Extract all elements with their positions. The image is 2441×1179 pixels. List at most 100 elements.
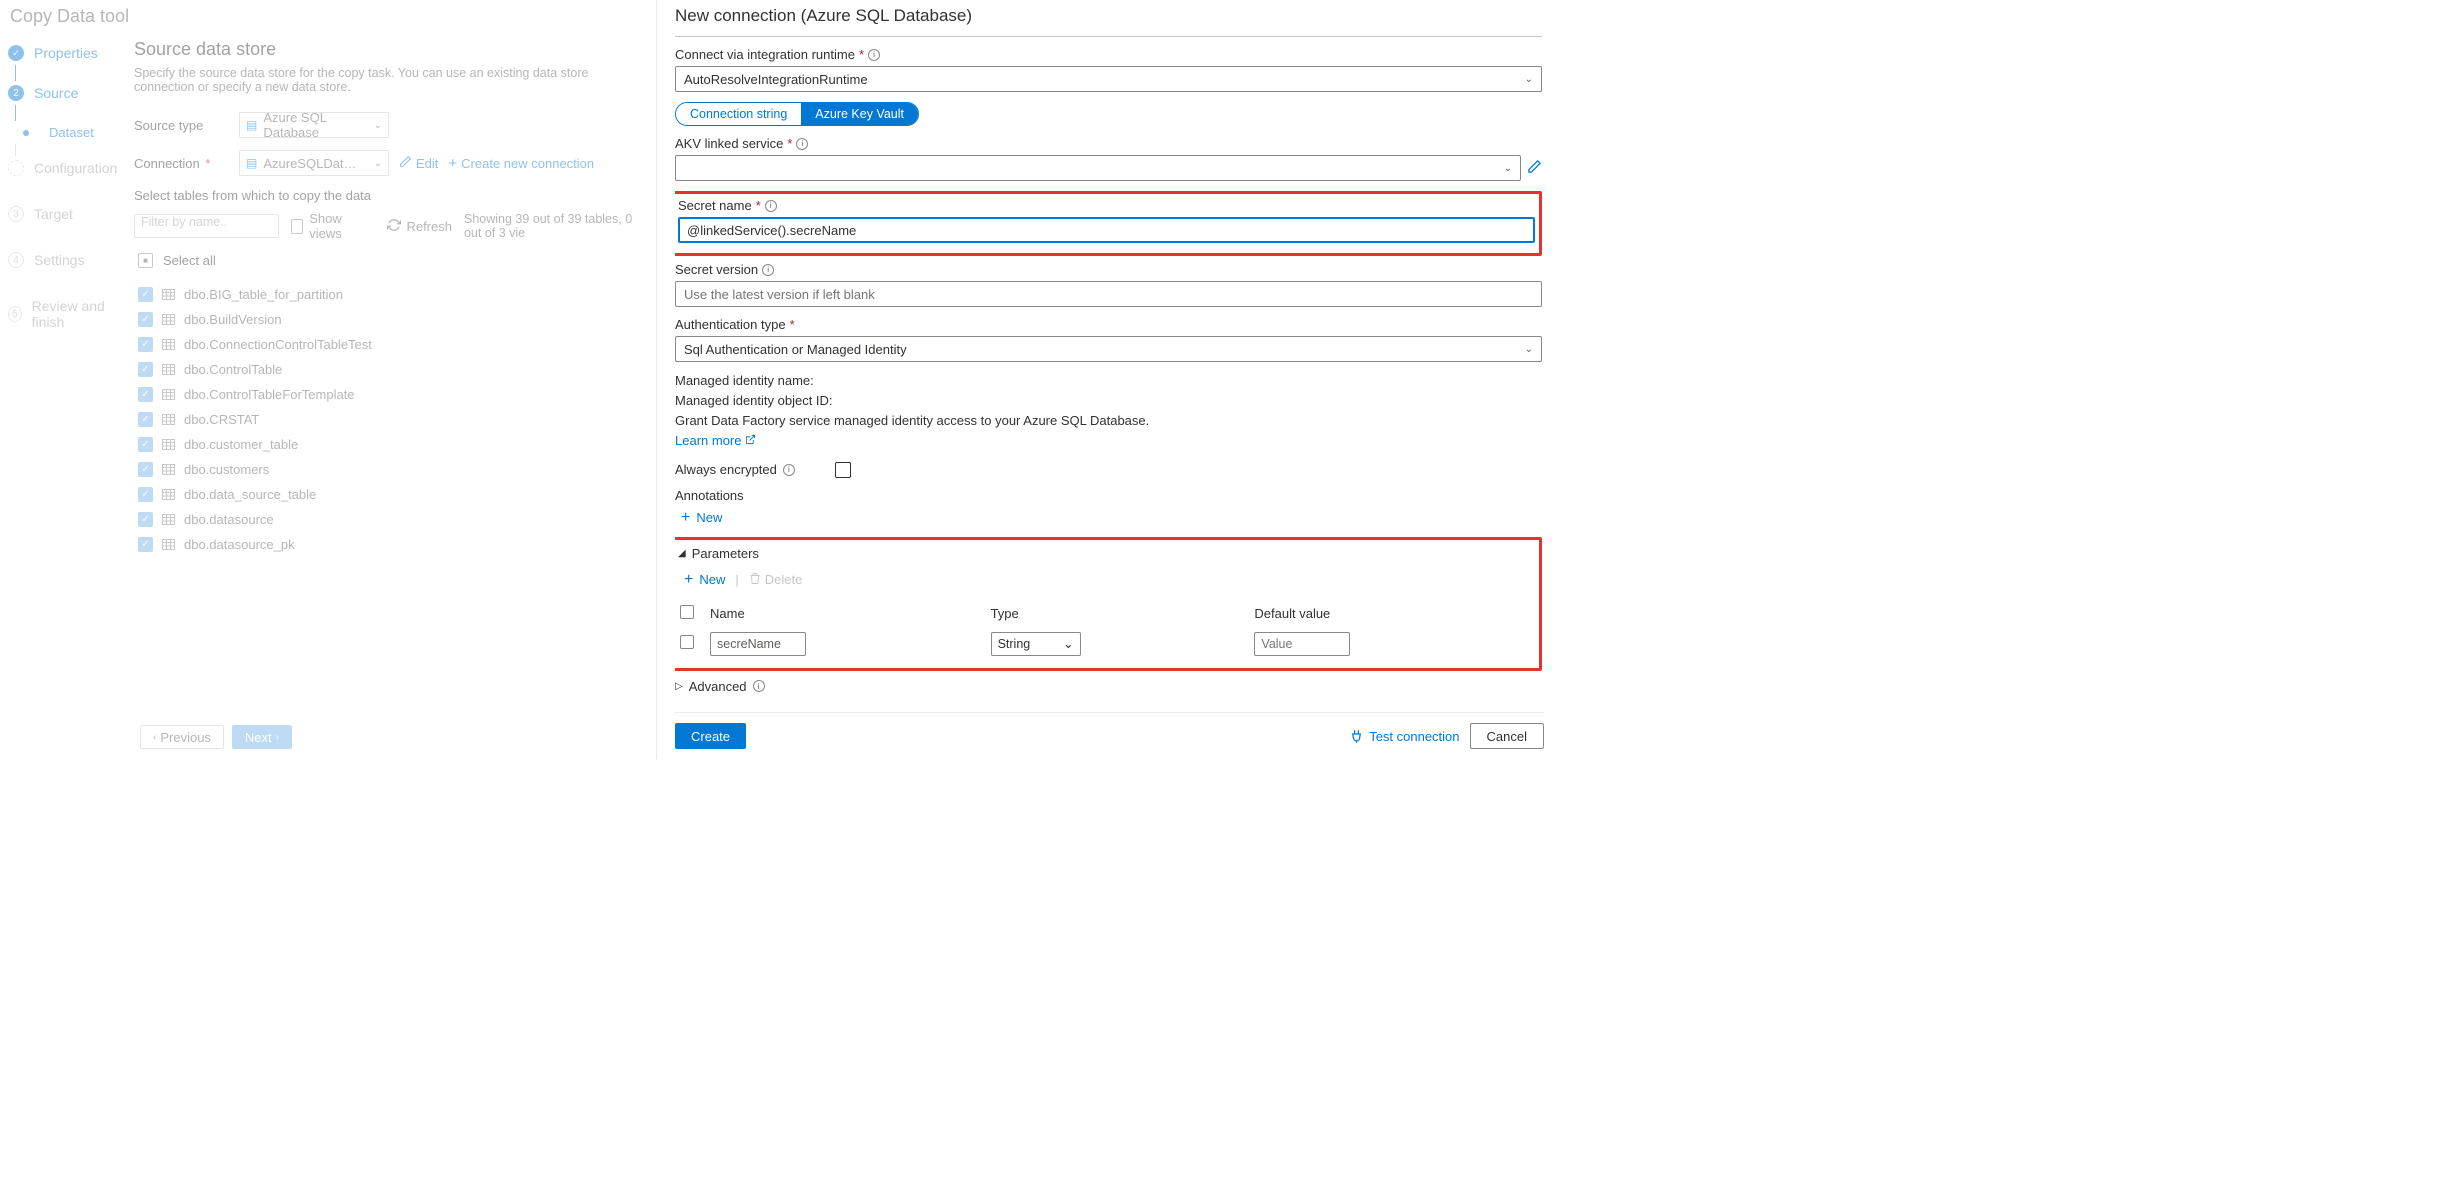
chevron-right-icon: ›	[276, 732, 279, 743]
info-icon[interactable]: i	[796, 138, 808, 150]
parameter-row: secreName String⌄	[680, 628, 1533, 660]
annotations-label: Annotations	[675, 488, 1542, 503]
param-name-input[interactable]: secreName	[710, 632, 806, 656]
highlight-parameters: ◢ Parameters + New | Delete	[675, 537, 1542, 671]
info-icon[interactable]: i	[765, 200, 777, 212]
table-icon	[162, 364, 175, 375]
col-type: Type	[991, 601, 1253, 626]
col-name: Name	[710, 601, 989, 626]
delete-parameter-button: Delete	[749, 572, 803, 588]
step-settings[interactable]: 4Settings	[0, 248, 123, 272]
parameters-header[interactable]: ◢ Parameters	[678, 546, 1535, 561]
table-row[interactable]: dbo.datasource	[134, 507, 646, 532]
edit-link[interactable]: Edit	[399, 155, 438, 171]
table-icon	[162, 439, 175, 450]
add-annotation-button[interactable]: + New	[675, 509, 1542, 527]
plus-icon: +	[681, 509, 690, 527]
table-count-status: Showing 39 out of 39 tables, 0 out of 3 …	[464, 212, 646, 240]
table-icon	[162, 289, 175, 300]
caret-down-icon: ◢	[678, 548, 686, 559]
mi-grant-text: Grant Data Factory service managed ident…	[675, 412, 1542, 430]
always-encrypted-checkbox[interactable]	[835, 462, 851, 478]
cancel-button[interactable]: Cancel	[1470, 723, 1544, 749]
select-tables-label: Select tables from which to copy the dat…	[134, 188, 646, 203]
plus-icon: +	[684, 571, 693, 589]
auth-type-label: Authentication type*	[675, 317, 1542, 332]
tab-azure-key-vault[interactable]: Azure Key Vault	[801, 103, 918, 125]
table-row[interactable]: dbo.customer_table	[134, 432, 646, 457]
connection-label: Connection *	[134, 156, 239, 171]
param-row-checkbox[interactable]	[680, 635, 694, 649]
chevron-down-icon: ⌄	[374, 158, 382, 169]
mi-objid-text: Managed identity object ID:	[675, 392, 1542, 410]
highlight-secret-name: Secret name*i @linkedService().secreName	[675, 191, 1542, 256]
panel-title: New connection (Azure SQL Database)	[675, 6, 1544, 26]
pencil-icon	[399, 155, 412, 171]
table-row[interactable]: dbo.BIG_table_for_partition	[134, 282, 646, 307]
previous-button[interactable]: ‹Previous	[140, 725, 224, 749]
database-icon: ▤	[246, 156, 257, 170]
table-row[interactable]: dbo.datasource_pk	[134, 532, 646, 557]
tab-connection-string[interactable]: Connection string	[676, 103, 801, 125]
akv-label: AKV linked service*i	[675, 136, 1542, 151]
filter-input[interactable]: Filter by name..	[134, 214, 279, 238]
new-parameter-button[interactable]: + New	[684, 571, 725, 589]
select-all-checkbox[interactable]: Select all	[134, 249, 646, 276]
table-row[interactable]: dbo.CRSTAT	[134, 407, 646, 432]
table-icon	[162, 539, 175, 550]
page-header: Copy Data tool	[0, 0, 656, 39]
table-row[interactable]: dbo.ConnectionControlTableTest	[134, 332, 646, 357]
refresh-button[interactable]: Refresh	[387, 218, 452, 235]
table-list: dbo.BIG_table_for_partition dbo.BuildVer…	[134, 282, 646, 557]
refresh-icon	[387, 218, 401, 235]
info-icon[interactable]: i	[753, 680, 765, 692]
table-icon	[162, 464, 175, 475]
table-icon	[162, 514, 175, 525]
step-target[interactable]: 3Target	[0, 202, 123, 226]
table-row[interactable]: dbo.ControlTableForTemplate	[134, 382, 646, 407]
select-all-params-checkbox[interactable]	[680, 605, 694, 619]
table-icon	[162, 489, 175, 500]
mi-name-text: Managed identity name:	[675, 372, 1542, 390]
table-row[interactable]: dbo.ControlTable	[134, 357, 646, 382]
connection-select[interactable]: ▤ AzureSQLDatabaseLinkedService ⌄	[239, 150, 389, 176]
auth-type-select[interactable]: Sql Authentication or Managed Identity⌄	[675, 336, 1542, 362]
show-views-checkbox[interactable]: Show views	[291, 211, 361, 241]
secret-version-input[interactable]	[675, 281, 1542, 307]
trash-icon	[749, 572, 761, 588]
step-properties[interactable]: Properties	[0, 41, 123, 65]
create-button[interactable]: Create	[675, 723, 746, 749]
wizard-steps: Properties 2Source Dataset Configuration…	[0, 39, 124, 759]
param-value-input[interactable]	[1254, 632, 1350, 656]
akv-select[interactable]: ⌄	[675, 155, 1521, 181]
advanced-header[interactable]: ▷ Advanced i	[675, 679, 1542, 694]
chevron-left-icon: ‹	[153, 732, 156, 743]
table-icon	[162, 339, 175, 350]
next-button[interactable]: Next›	[232, 725, 292, 749]
ir-select[interactable]: AutoResolveIntegrationRuntime⌄	[675, 66, 1542, 92]
table-row[interactable]: dbo.BuildVersion	[134, 307, 646, 332]
step-review[interactable]: 5Review and finish	[0, 294, 123, 334]
table-row[interactable]: dbo.customers	[134, 457, 646, 482]
learn-more-link[interactable]: Learn more	[675, 433, 756, 448]
secret-name-label: Secret name*i	[678, 198, 1535, 213]
info-icon[interactable]: i	[762, 264, 774, 276]
chevron-down-icon: ⌄	[1525, 344, 1533, 355]
chevron-down-icon: ⌄	[374, 120, 382, 131]
main-subtitle: Specify the source data store for the co…	[134, 66, 646, 94]
pencil-icon[interactable]	[1527, 159, 1542, 177]
step-dataset[interactable]: Dataset	[0, 121, 123, 144]
chevron-down-icon: ⌄	[1525, 74, 1533, 85]
param-type-select[interactable]: String⌄	[991, 632, 1081, 656]
create-new-connection-link[interactable]: + Create new connection	[448, 155, 594, 172]
secret-name-input[interactable]: @linkedService().secreName	[678, 217, 1535, 243]
external-link-icon	[745, 433, 756, 448]
step-configuration[interactable]: Configuration	[0, 156, 123, 180]
table-row[interactable]: dbo.data_source_table	[134, 482, 646, 507]
info-icon[interactable]: i	[868, 49, 880, 61]
info-icon[interactable]: i	[783, 464, 795, 476]
source-type-select[interactable]: ▤ Azure SQL Database ⌄	[239, 112, 389, 138]
step-source[interactable]: 2Source	[0, 81, 123, 105]
test-connection-button[interactable]: Test connection	[1349, 729, 1459, 744]
chevron-down-icon: ⌄	[1504, 163, 1512, 174]
